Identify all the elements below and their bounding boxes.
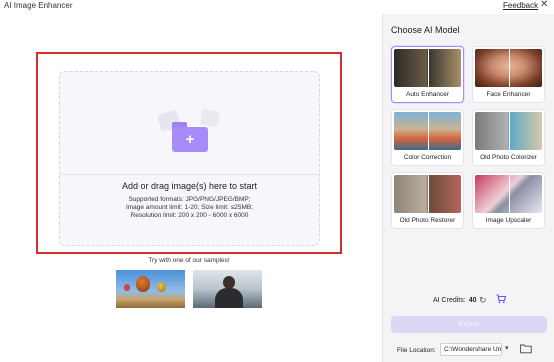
refresh-icon[interactable]: ↻ xyxy=(479,295,487,306)
close-button[interactable]: ✕ xyxy=(540,0,548,11)
balloon-shape xyxy=(136,276,150,292)
title-bar: AI Image Enhancer Feedback ✕ xyxy=(0,0,554,14)
samples-title: Try with one of our samples! xyxy=(148,257,230,264)
image-upscaler-thumbnail xyxy=(475,175,542,213)
cart-icon[interactable] xyxy=(496,294,506,304)
ai-credits: AI Credits: 40 xyxy=(433,297,476,304)
credits-value: 40 xyxy=(468,297,477,304)
model-card-face-enhancer[interactable]: Face Enhancer xyxy=(472,46,545,103)
image-dropzone[interactable]: + Add or drag image(s) here to start Sup… xyxy=(59,71,320,246)
model-label: Old Photo Colorizer xyxy=(480,154,537,161)
credits-label: AI Credits: xyxy=(433,297,466,304)
plus-icon: + xyxy=(185,131,195,148)
model-card-old-photo-restorer[interactable]: Old Photo Restorer xyxy=(391,172,464,229)
balloon-shape xyxy=(157,282,166,292)
export-button[interactable]: Export xyxy=(391,316,547,333)
compare-divider xyxy=(508,49,510,87)
compare-divider xyxy=(508,175,510,213)
main-area: + Add or drag image(s) here to start Sup… xyxy=(0,14,381,362)
image-placeholder-icon xyxy=(199,108,221,128)
add-folder-icon[interactable]: + xyxy=(155,106,225,158)
feedback-link[interactable]: Feedback xyxy=(503,1,538,10)
dropzone-highlight: + Add or drag image(s) here to start Sup… xyxy=(36,52,342,254)
auto-enhancer-thumbnail xyxy=(394,49,461,87)
model-card-auto-enhancer[interactable]: Auto Enhancer xyxy=(391,46,464,103)
model-card-color-correction[interactable]: Color Correction xyxy=(391,109,464,166)
old-photo-colorizer-thumbnail xyxy=(475,112,542,150)
model-card-old-photo-colorizer[interactable]: Old Photo Colorizer xyxy=(472,109,545,166)
supported-formats: Supported formats: JPG/PNG/JPEG/BMP; xyxy=(128,196,251,203)
image-limits: Image amount limit: 1-20; Size limit: ≤2… xyxy=(125,204,254,211)
person-portrait-sample[interactable] xyxy=(193,270,262,308)
model-label: Face Enhancer xyxy=(486,91,531,98)
file-location-input[interactable]: C:\Wondershare UniCon xyxy=(440,343,502,356)
face-enhancer-thumbnail xyxy=(475,49,542,87)
person-body-shape xyxy=(215,288,243,308)
ai-model-panel: Choose AI Model Auto Enhancer Face Enhan… xyxy=(382,14,554,362)
dropzone-divider xyxy=(60,174,319,175)
old-photo-restorer-thumbnail xyxy=(394,175,461,213)
dropzone-title: Add or drag image(s) here to start xyxy=(121,181,258,191)
compare-divider xyxy=(427,112,429,150)
model-label: Old Photo Restorer xyxy=(399,217,456,224)
chevron-down-icon[interactable]: ▾ xyxy=(505,344,509,352)
model-card-image-upscaler[interactable]: Image Upscaler xyxy=(472,172,545,229)
file-location-label: File Location: xyxy=(397,347,436,354)
hot-air-balloons-sample[interactable] xyxy=(116,270,185,308)
compare-divider xyxy=(427,175,429,213)
balloon-shape xyxy=(124,284,130,291)
resolution-limit: Resolution limit: 200 x 200 - 6000 x 600… xyxy=(130,212,249,219)
compare-divider xyxy=(508,112,510,150)
folder-icon[interactable] xyxy=(520,343,532,354)
panel-title: Choose AI Model xyxy=(391,25,460,35)
compare-divider xyxy=(427,49,429,87)
color-correction-thumbnail xyxy=(394,112,461,150)
dropzone-info: Supported formats: JPG/PNG/JPEG/BMP; Ima… xyxy=(60,196,319,220)
model-label: Color Correction xyxy=(403,154,452,161)
model-label: Image Upscaler xyxy=(485,217,532,224)
app-title: AI Image Enhancer xyxy=(4,1,73,10)
model-label: Auto Enhancer xyxy=(405,91,449,98)
